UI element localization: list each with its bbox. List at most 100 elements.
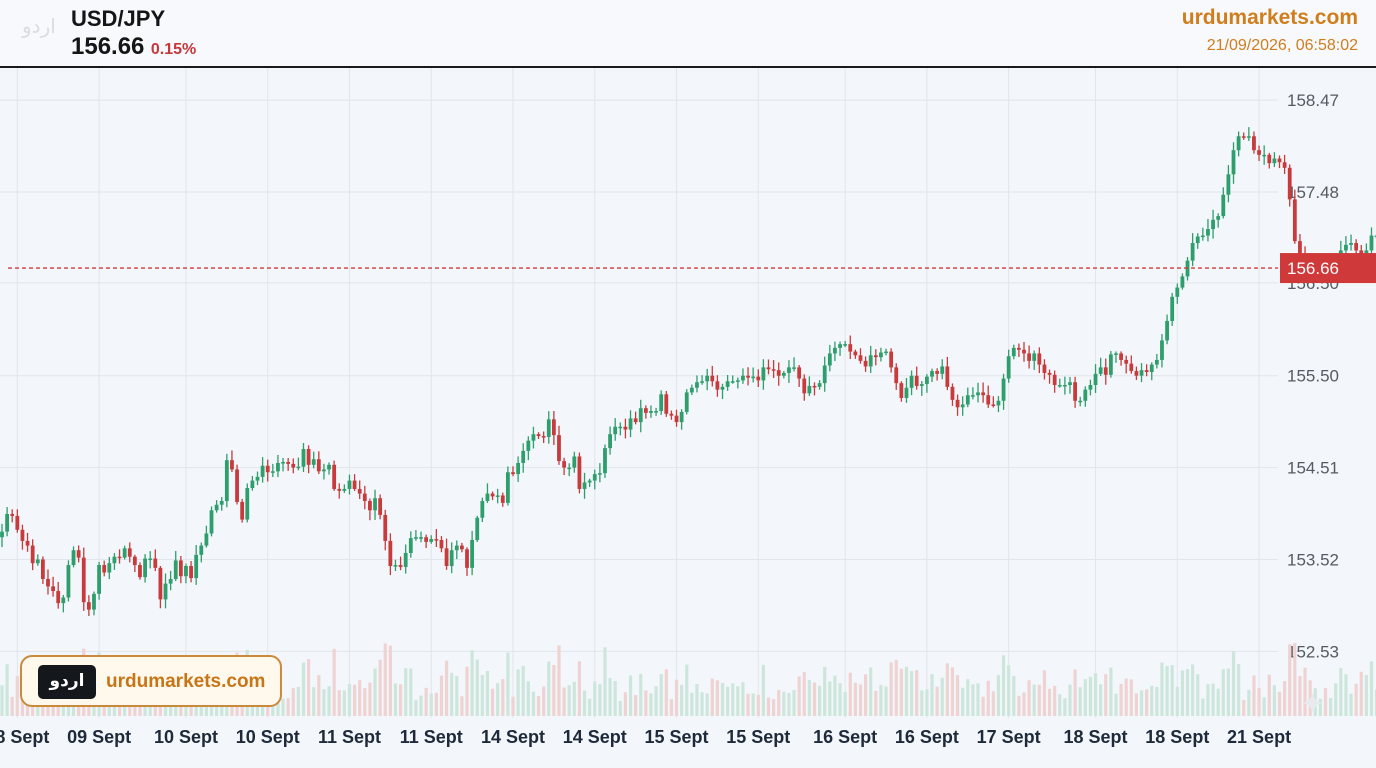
candle-body — [925, 376, 929, 385]
candle-body — [613, 426, 618, 435]
candle-body — [357, 488, 362, 494]
volume-bar — [455, 675, 459, 716]
volume-bar — [955, 675, 960, 716]
volume-bar — [460, 696, 464, 716]
volume-bar — [312, 687, 316, 716]
candle-body — [1139, 370, 1144, 376]
volume-bar — [547, 661, 551, 716]
volume-bar — [1359, 671, 1363, 716]
x-tick-label: 16 Sept — [813, 727, 877, 747]
volume-bar — [409, 668, 413, 716]
volume-bar — [0, 685, 4, 716]
candle-body — [807, 385, 812, 394]
candle-body — [500, 495, 505, 503]
volume-bar — [317, 675, 321, 716]
volume-bar — [792, 689, 796, 716]
volume-bar — [899, 668, 903, 716]
volume-bar — [327, 686, 331, 716]
candle-body — [751, 376, 756, 379]
candle-body — [638, 408, 643, 423]
x-tick-label: 11 Sept — [318, 727, 381, 747]
volume-bar — [1027, 680, 1031, 716]
volume-bar — [1191, 664, 1195, 716]
candle-body — [771, 369, 776, 371]
volume-bar — [1247, 689, 1251, 716]
volume-bar — [1134, 693, 1139, 716]
candle-body — [1083, 389, 1088, 401]
x-tick-label: 09 Sept — [67, 727, 131, 747]
x-tick-label: 18 Sept — [1145, 727, 1209, 747]
volume-bar — [1354, 683, 1358, 716]
volume-bar — [644, 690, 648, 716]
candle-body — [224, 460, 229, 502]
candle-body — [1047, 372, 1052, 375]
volume-bar — [1007, 665, 1011, 716]
candle-body — [1272, 158, 1277, 164]
candle-body — [720, 386, 725, 390]
volume-bar — [429, 693, 433, 716]
candle-body — [66, 565, 71, 598]
candle-body — [1119, 353, 1123, 360]
volume-bar — [598, 683, 602, 716]
candle-body — [889, 351, 894, 368]
candle-body — [996, 400, 1001, 406]
volume-bar — [1068, 684, 1072, 716]
candle-body — [981, 392, 986, 396]
volume-bar — [736, 686, 740, 716]
volume-bar — [15, 676, 19, 716]
volume-bar — [1047, 688, 1052, 716]
candle-body — [1032, 353, 1037, 361]
volume-bar — [347, 684, 352, 716]
volume-bar — [1252, 675, 1256, 716]
volume-bar — [904, 666, 909, 716]
candle-body — [1175, 287, 1180, 297]
candle-body — [322, 469, 326, 472]
volume-bar — [659, 674, 663, 716]
volume-bar — [1283, 681, 1287, 716]
volume-bar — [368, 682, 372, 716]
candle-body — [470, 539, 475, 568]
candle-body — [1277, 158, 1282, 163]
candle-body — [776, 370, 781, 376]
candle-body — [46, 578, 50, 587]
volume-bar — [1160, 662, 1164, 716]
brand-site-label: urdumarkets.com — [106, 671, 266, 692]
volume-bar — [1257, 688, 1261, 716]
candle-body — [715, 381, 720, 390]
candle-body — [531, 434, 536, 441]
volume-bar — [1053, 685, 1057, 716]
volume-bar — [920, 690, 924, 716]
candle-body — [884, 351, 888, 354]
site-link[interactable]: urdumarkets.com — [1182, 6, 1358, 30]
volume-bar — [1017, 695, 1021, 716]
candle-body — [148, 558, 153, 561]
brand-badge[interactable]: اردو urdumarkets.com — [20, 655, 282, 707]
brand-logo-icon: اردو — [38, 665, 96, 699]
candle-body — [434, 539, 439, 541]
volume-bar — [807, 680, 811, 716]
candle-body — [833, 347, 837, 354]
candle-body — [291, 463, 296, 468]
volume-bar — [1272, 685, 1276, 716]
current-price-label: 156.66 — [1287, 259, 1339, 278]
candle-body — [373, 498, 377, 511]
volume-bar — [915, 670, 919, 716]
volume-bar — [710, 678, 714, 716]
candle-body — [209, 510, 214, 534]
volume-bar — [639, 673, 643, 716]
volume-bar — [383, 643, 387, 716]
candle-body — [214, 504, 219, 511]
candle-body — [1093, 373, 1098, 385]
candle-body — [368, 501, 372, 511]
candle-body — [316, 459, 321, 472]
candle-body — [296, 466, 301, 469]
volume-bar — [1042, 670, 1047, 716]
candle-body — [1170, 296, 1175, 321]
volume-bar — [281, 698, 285, 716]
candle-body — [730, 381, 735, 383]
candle-body — [388, 540, 393, 566]
y-tick-label: 158.47 — [1287, 91, 1339, 110]
candle-body — [495, 495, 500, 497]
sparkle-icon: ✦ — [1300, 688, 1326, 721]
volume-bar — [1267, 674, 1271, 716]
